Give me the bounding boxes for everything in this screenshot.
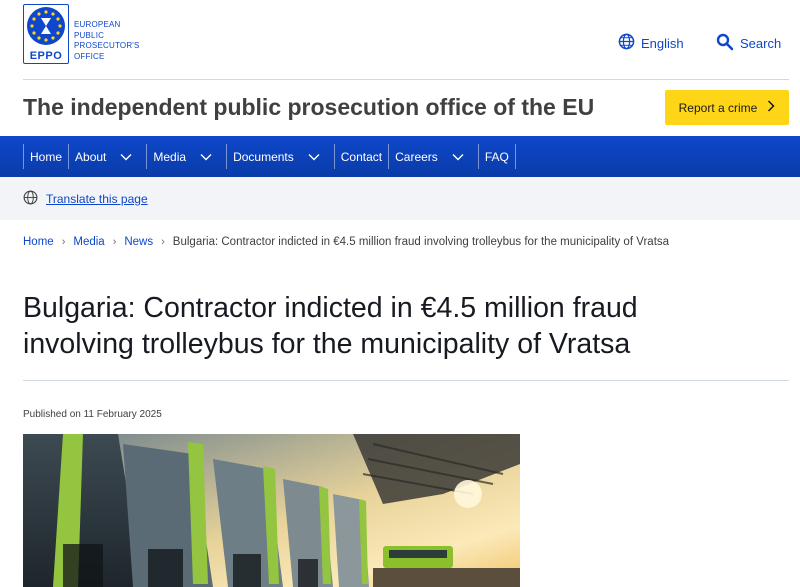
breadcrumb-home[interactable]: Home xyxy=(23,236,54,248)
eu-stars-emblem-icon xyxy=(27,7,65,45)
page-title-line: involving trolleybus for the municipalit… xyxy=(23,328,631,360)
search-label: Search xyxy=(740,35,782,51)
translate-label: Translate this page xyxy=(46,192,148,206)
chevron-down-icon[interactable] xyxy=(200,150,214,164)
nav-item-careers[interactable]: Careers xyxy=(388,144,478,169)
report-crime-button[interactable]: Report a crime xyxy=(665,90,789,125)
top-header: EPPO EUROPEAN PUBLIC PROSECUTOR'S OFFICE… xyxy=(0,0,800,80)
nav-item-label: Media xyxy=(153,149,187,164)
eppo-emblem: EPPO xyxy=(23,4,69,64)
report-crime-label: Report a crime xyxy=(678,100,758,115)
page-title-line: Bulgaria: Contractor indicted in €4.5 mi… xyxy=(23,292,638,324)
nav-item-label: Careers xyxy=(395,149,438,164)
title-divider xyxy=(23,380,789,381)
logo-text: EUROPEAN PUBLIC PROSECUTOR'S OFFICE xyxy=(74,20,140,62)
logo-line: PROSECUTOR'S xyxy=(74,41,140,50)
breadcrumb-news[interactable]: News xyxy=(124,236,153,248)
nav-item-label: FAQ xyxy=(484,149,509,164)
nav-item-contact[interactable]: Contact xyxy=(333,144,388,169)
header-divider xyxy=(23,79,789,80)
logo-line: EUROPEAN xyxy=(74,20,121,29)
search-button[interactable]: Search xyxy=(716,33,781,53)
nav-item-label: Contact xyxy=(340,149,383,164)
nav-item-label: About xyxy=(75,149,107,164)
nav-item-media[interactable]: Media xyxy=(146,144,226,169)
eppo-logo[interactable]: EPPO EUROPEAN PUBLIC PROSECUTOR'S OFFICE xyxy=(23,4,153,64)
chevron-right-icon: › xyxy=(112,236,117,248)
main-navigation: Home About Media Documents Contact Caree… xyxy=(0,136,800,177)
breadcrumb-media[interactable]: Media xyxy=(73,236,104,248)
site-title: The independent public prosecution offic… xyxy=(23,94,595,120)
translate-bar: Translate this page xyxy=(0,177,800,220)
translate-page-link[interactable]: Translate this page xyxy=(23,190,148,208)
chevron-right-icon: › xyxy=(161,236,165,248)
article-hero-image xyxy=(23,434,520,587)
search-icon xyxy=(716,33,734,54)
chevron-right-icon: › xyxy=(61,236,66,248)
language-selector[interactable]: English xyxy=(618,33,684,53)
logo-line: OFFICE xyxy=(74,51,105,61)
published-date: Published on 11 February 2025 xyxy=(23,409,162,420)
logo-abbr: EPPO xyxy=(29,50,63,62)
nav-item-home[interactable]: Home xyxy=(23,144,68,169)
nav-item-documents[interactable]: Documents xyxy=(226,144,334,169)
chevron-down-icon[interactable] xyxy=(308,150,322,164)
breadcrumb: Home › Media › News › Bulgaria: Contract… xyxy=(23,236,669,248)
nav-item-label: Documents xyxy=(233,149,294,164)
chevron-right-icon xyxy=(767,100,775,115)
translate-globe-icon xyxy=(23,190,38,208)
chevron-down-icon[interactable] xyxy=(452,150,466,164)
nav-item-about[interactable]: About xyxy=(68,144,146,169)
breadcrumb-current: Bulgaria: Contractor indicted in €4.5 mi… xyxy=(172,236,670,248)
logo-line: PUBLIC xyxy=(74,30,105,40)
page-title: Bulgaria: Contractor indicted in €4.5 mi… xyxy=(23,290,743,362)
nav-item-label: Home xyxy=(30,149,63,164)
globe-icon xyxy=(618,33,635,53)
chevron-down-icon[interactable] xyxy=(120,150,134,164)
nav-item-faq[interactable]: FAQ xyxy=(477,144,516,169)
language-label: English xyxy=(641,35,684,51)
